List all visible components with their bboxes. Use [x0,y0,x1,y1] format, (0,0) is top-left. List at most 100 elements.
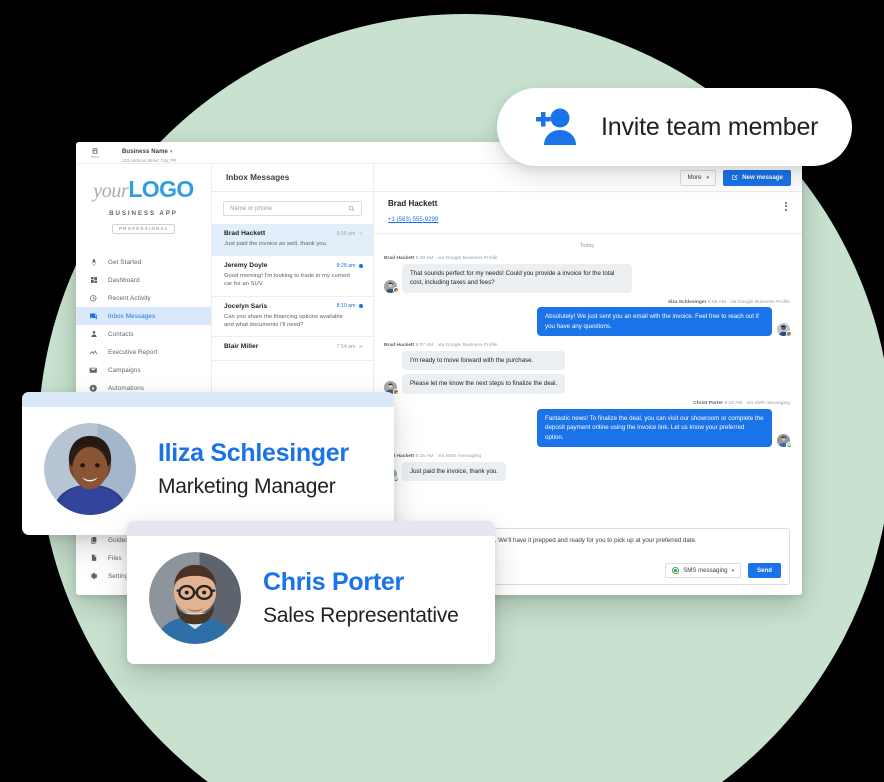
message-group: Brad Hackett 9:07 AM · via Google Busine… [384,343,790,395]
trend-icon [88,348,99,357]
conversation-name: Jeremy Doyle [224,262,268,270]
conversation-item-jocelyn-saris[interactable]: Jocelyn Saris 8:10 am Can you share the … [212,297,373,338]
search-container [212,192,373,224]
sidebar-item-label: Automations [108,384,145,392]
conversation-item-blair-miller[interactable]: Blair Miller 7:54 am [212,337,373,362]
chat-options-button[interactable] [782,199,790,214]
message-bubble: Please let me know the next steps to fin… [402,374,566,395]
google-badge-icon [785,330,792,337]
sidebar-item-executive-report[interactable]: Executive Report [76,343,211,361]
menu-button[interactable]: Menu [82,147,108,159]
message-meta: Brad Hackett 8:40 AM · via Google Busine… [384,256,498,261]
search-box[interactable] [223,201,362,216]
message-row: I'm ready to move forward with the purch… [384,350,790,395]
google-badge-icon [392,388,399,395]
person-add-icon [536,108,576,145]
contact-phone-link[interactable]: +1 (583) 555-9299 [388,216,438,223]
sidebar-item-label: Dashboard [108,276,140,284]
message-meta: Brad Hackett 9:07 AM · via Google Busine… [384,343,498,349]
message-thread[interactable]: Today Brad Hackett 8:40 AM · via Google … [374,234,802,521]
message-time: 9:15 AM [415,454,434,460]
avatar [777,323,792,337]
logo[interactable]: yourLOGO BUSINESS APP PROFESSIONAL [76,176,211,239]
logo-prefix: your [93,180,129,202]
gear-icon [88,572,99,581]
more-button[interactable]: More ▾ [680,169,717,186]
message-bubble: Fantastic news! To finalize the deal, yo… [537,408,772,448]
send-button[interactable]: Send [748,563,781,578]
person-card-chris-porter[interactable]: Chris Porter Sales Representative [127,521,495,664]
card-accent-strip [127,521,495,536]
avatar-photo [149,552,241,644]
conversation-item-jeremy-doyle[interactable]: Jeremy Doyle 8:28 am Good morning! I'm l… [212,256,373,297]
avatar [384,279,399,294]
screenshot-stage: Menu Business Name ▾ 123 Address Street, … [0,0,884,782]
search-input[interactable] [230,205,348,212]
conversation-name: Jocelyn Saris [224,302,268,310]
message-group: Christ Porter 9:10 AM · via SMS messagin… [384,401,792,448]
message-meta: Christ Porter 9:10 AM · via SMS messagin… [693,401,790,407]
person-role: Marketing Manager [158,475,336,498]
message-time: 8:40 AM [415,256,434,261]
message-group: Brad Hackett 8:40 AM · via Google Busine… [384,256,790,294]
sidebar-item-get-started[interactable]: Get Started [76,253,211,271]
menu-label: Menu [90,154,100,159]
sidebar-item-contacts[interactable]: Contacts [76,325,211,343]
conversation-name: Brad Hackett [224,230,266,237]
unread-dot [359,263,363,268]
message-row: Just paid the invoice, thank you. [384,461,790,482]
sidebar-item-inbox-messages[interactable]: Inbox Messages [76,307,211,325]
message-bubble: That sounds perfect for my needs! Could … [402,263,632,293]
message-sender: Brad Hackett [384,256,415,261]
sidebar-item-campaigns[interactable]: Campaigns [76,361,211,379]
sms-channel-icon [672,567,680,574]
logo-badge: PROFESSIONAL [112,223,175,234]
conversation-preview: Good morning! I'm looking to trade in my… [224,273,350,288]
channel-label: SMS messaging [683,567,728,574]
chat-toolbar: More ▾ New message [374,164,802,192]
message-group: Brad Hackett 9:15 AM · via SMS messaging [384,454,790,482]
conversation-item-brad-hackett[interactable]: Brad Hackett 9:15 am Just paid the invoi… [212,224,373,257]
person-card-iliza-schlesinger[interactable]: Iliza Schlesinger Marketing Manager [22,392,394,535]
channel-select[interactable]: SMS messaging ▾ [665,563,742,578]
message-meta: Brad Hackett 9:15 AM · via SMS messaging [384,454,482,460]
google-badge-icon [392,287,399,294]
unread-dot [359,231,363,236]
chat-icon [88,312,99,321]
conversation-preview: Just paid the invoice as well, thank you… [224,241,328,247]
message-row: Absolutely! We just sent you an email wi… [384,307,792,337]
message-channel: via Google Business Profile [437,343,498,349]
sidebar-item-label: Recent Activity [108,294,151,302]
message-row: That sounds perfect for my needs! Could … [384,263,790,294]
message-group: Iliza Schlesinger 8:55 AM · via Google B… [384,299,792,337]
invite-team-member-pill[interactable]: Invite team member [497,88,853,166]
business-selector[interactable]: Business Name ▾ 123 Address Street, City,… [122,142,176,164]
sidebar-nav: Get Started Dashboard Recent Activity In… [76,253,211,397]
card-accent-strip [22,392,394,407]
avatar [44,423,136,515]
sidebar-item-dashboard[interactable]: Dashboard [76,271,211,289]
sidebar-item-label: Executive Report [108,348,158,356]
message-time: 9:10 AM [724,401,743,407]
sidebar-item-recent-activity[interactable]: Recent Activity [76,289,211,307]
rocket-icon [88,258,99,266]
conversation-time: 7:54 am [336,343,356,350]
sms-badge-icon [785,441,792,448]
person-name: Chris Porter [263,568,404,596]
message-sender: Christ Porter [693,401,724,407]
message-channel: via Google Business Profile [437,256,498,261]
new-message-button[interactable]: New message [723,169,791,186]
unread-dot [359,344,363,349]
message-sender: Brad Hackett [384,343,415,349]
chat-contact-header: Brad Hackett +1 (583) 555-9299 [374,192,802,234]
search-icon [348,205,355,212]
avatar [777,434,792,448]
message-time: 9:07 AM [415,343,434,349]
invite-team-member-label: Invite team member [601,112,819,141]
book-icon [88,536,99,544]
sidebar-item-label: Get Started [108,258,142,266]
page-title: Inbox Messages [212,164,373,192]
message-channel: via Google Business Profile [730,299,790,305]
business-address: 123 Address Street, City, PR [122,158,177,164]
avatar [149,552,241,644]
